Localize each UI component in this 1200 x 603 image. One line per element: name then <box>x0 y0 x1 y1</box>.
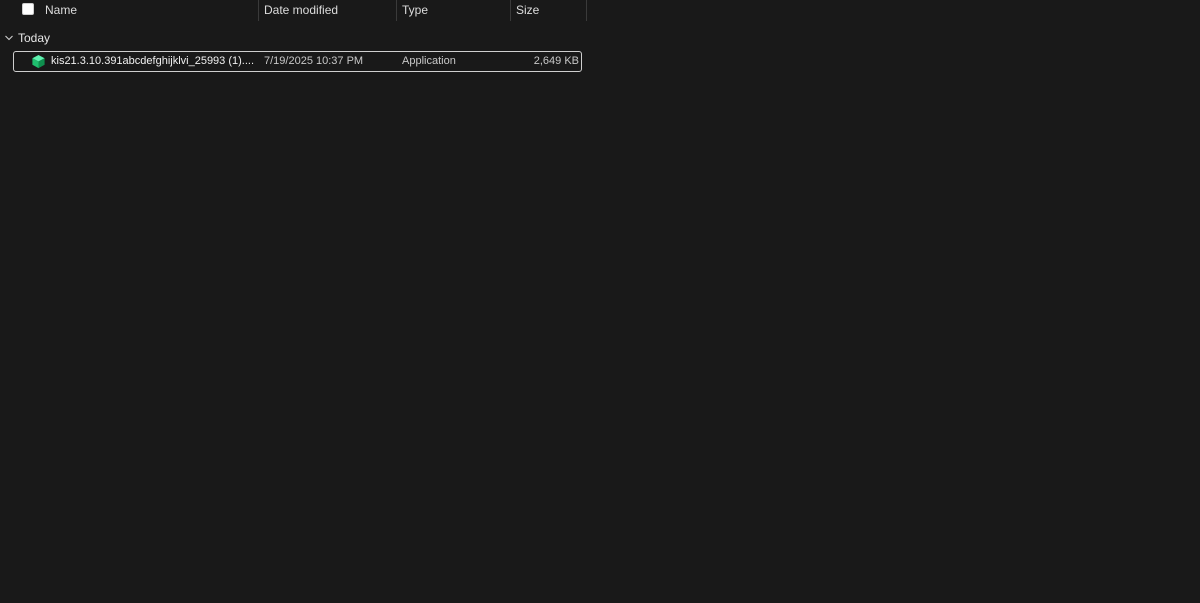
column-header-date-modified[interactable]: Date modified <box>264 0 394 21</box>
file-name[interactable]: kis21.3.10.391abcdefghijklvi_25993 (1)..… <box>51 52 261 71</box>
column-divider[interactable] <box>396 0 397 21</box>
column-header-row: Name Date modified Type Size <box>0 0 600 21</box>
column-header-type[interactable]: Type <box>402 0 507 21</box>
file-date-modified: 7/19/2025 10:37 PM <box>264 55 364 67</box>
file-explorer-details-view: Name Date modified Type Size Today kis21… <box>0 0 1200 603</box>
select-all-checkbox[interactable] <box>22 3 34 15</box>
column-divider[interactable] <box>510 0 511 21</box>
column-divider[interactable] <box>258 0 259 21</box>
file-row[interactable]: kis21.3.10.391abcdefghijklvi_25993 (1)..… <box>13 51 582 72</box>
group-label: Today <box>18 31 51 45</box>
column-header-name[interactable]: Name <box>45 0 255 21</box>
column-divider[interactable] <box>586 0 587 21</box>
group-header-today[interactable]: Today <box>4 29 50 47</box>
chevron-down-icon[interactable] <box>4 33 14 43</box>
file-size: 2,649 KB <box>533 55 579 67</box>
column-header-size[interactable]: Size <box>516 0 584 21</box>
application-cube-icon <box>32 54 45 69</box>
